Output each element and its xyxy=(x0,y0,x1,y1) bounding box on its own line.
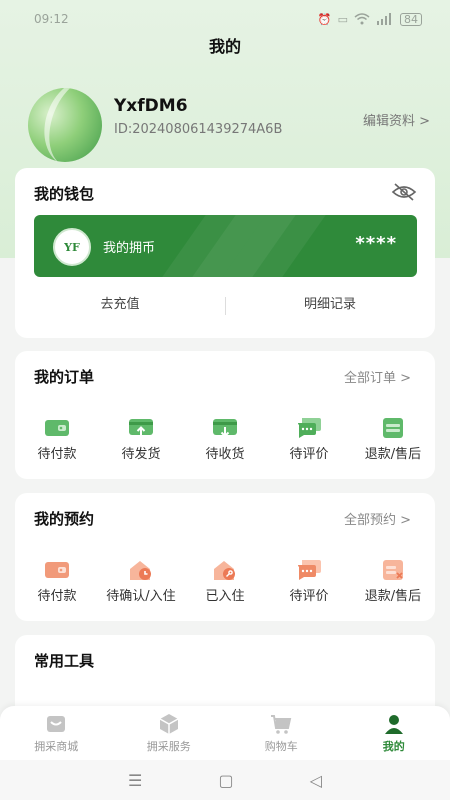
reservation-pending-checkin[interactable]: 待确认/入住 xyxy=(99,559,183,604)
coin-label: 我的拥币 xyxy=(103,241,156,256)
comment-icon xyxy=(297,560,321,580)
bottom-nav: 拥采商城 拥采服务 购物车 我的 xyxy=(0,706,450,760)
signal-icon xyxy=(377,13,391,25)
order-refund[interactable]: 退款/售后 xyxy=(351,417,435,462)
order-pending-shipment[interactable]: 待发货 xyxy=(99,417,183,462)
reservation-checked-in[interactable]: 已入住 xyxy=(183,559,267,604)
username: YxfDM6 xyxy=(114,96,188,116)
edit-profile-link[interactable]: 编辑资料 > xyxy=(363,110,430,129)
order-pending-receipt[interactable]: 待收货 xyxy=(183,417,267,462)
nav-item-mine[interactable]: 我的 xyxy=(338,706,450,760)
system-navigation: ☰ ▢ ◁ xyxy=(0,760,450,800)
store-icon xyxy=(47,716,66,732)
status-time: 09:12 xyxy=(34,12,69,26)
cart-icon xyxy=(271,715,292,734)
divider xyxy=(225,297,226,315)
refund-icon xyxy=(383,418,403,438)
user-id: ID:20240806143927​4A6B xyxy=(114,122,283,137)
reservation-pending-payment[interactable]: 待付款 xyxy=(15,559,99,604)
user-icon xyxy=(384,715,403,734)
reservation-pending-review[interactable]: 待评价 xyxy=(267,559,351,604)
wifi-icon xyxy=(354,13,370,25)
all-orders-link[interactable]: 全部订单 > xyxy=(344,367,411,386)
order-pending-payment[interactable]: 待付款 xyxy=(15,417,99,462)
house-clock-icon xyxy=(130,561,151,580)
nav-item-store[interactable]: 拥采商城 xyxy=(0,706,113,760)
wallet-title: 我的钱包 xyxy=(34,185,95,203)
reservations-title: 我的预约 xyxy=(34,510,95,528)
coin-banner[interactable]: YF 我的拥币 **** xyxy=(34,215,417,277)
profile-section: YxfDM6 ID:20240806143927​4A6B 编辑资料 > xyxy=(28,88,430,162)
wallet-card: 我的钱包 YF 我的拥币 **** 去充值 明细记录 xyxy=(15,168,435,338)
page-title: 我的 xyxy=(208,37,241,56)
alarm-icon: ⏰ xyxy=(317,12,332,26)
tools-title: 常用工具 xyxy=(34,652,95,670)
hd-icon: ▭ xyxy=(337,12,348,26)
refund-icon xyxy=(383,560,403,580)
avatar[interactable] xyxy=(28,88,102,162)
reservation-refund[interactable]: 退款/售后 xyxy=(351,559,435,604)
all-reservations-link[interactable]: 全部预约 > xyxy=(344,509,411,528)
wallet-icon xyxy=(45,562,69,578)
receive-icon xyxy=(213,419,237,438)
status-icons: ⏰ ▭ 84 xyxy=(317,12,422,26)
wallet-icon xyxy=(45,420,69,436)
coin-logo-icon: YF xyxy=(53,228,91,266)
nav-item-cart[interactable]: 购物车 xyxy=(225,706,338,760)
ship-icon xyxy=(129,419,153,437)
details-button[interactable]: 明细记录 xyxy=(225,290,435,320)
order-pending-review[interactable]: 待评价 xyxy=(267,417,351,462)
battery-icon: 84 xyxy=(400,12,422,26)
orders-title: 我的订单 xyxy=(34,368,95,386)
home-icon[interactable]: ▢ xyxy=(218,771,233,790)
menu-icon[interactable]: ☰ xyxy=(128,771,142,790)
comment-icon xyxy=(297,418,321,438)
coin-amount: **** xyxy=(355,233,397,254)
box-icon xyxy=(159,714,179,734)
eye-hidden-icon[interactable] xyxy=(391,182,417,202)
recharge-button[interactable]: 去充值 xyxy=(15,290,225,320)
orders-card: 我的订单 全部订单 > 待付款 待发货 待收货 待评价 退款/售后 xyxy=(15,351,435,479)
reservations-card: 我的预约 全部预约 > 待付款 待确认/入住 已入住 待评价 退款/售后 xyxy=(15,493,435,621)
back-icon[interactable]: ◁ xyxy=(310,771,322,790)
nav-item-service[interactable]: 拥采服务 xyxy=(113,706,226,760)
house-key-icon xyxy=(214,561,235,580)
